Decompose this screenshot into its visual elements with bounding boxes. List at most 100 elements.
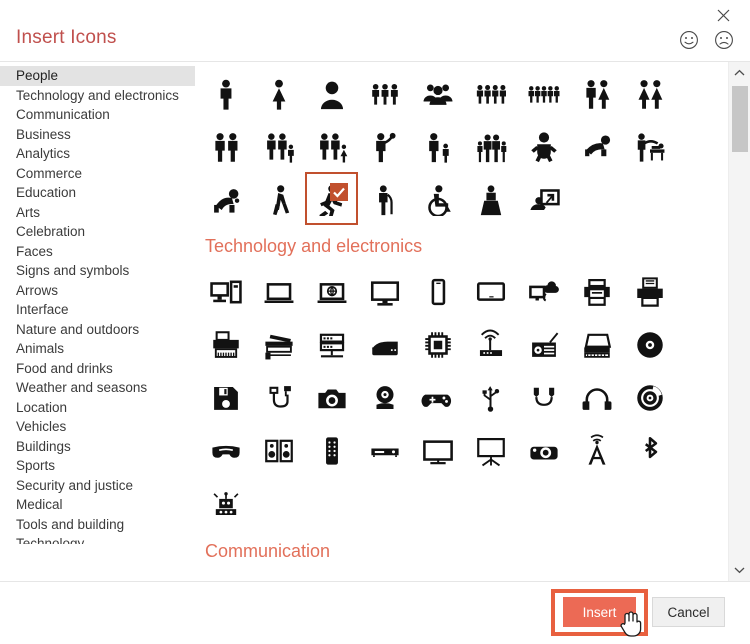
email-at-envelope-icon[interactable]: [517, 570, 570, 581]
robot-icon[interactable]: [199, 477, 252, 530]
desktop-computer-tower-icon[interactable]: [199, 265, 252, 318]
fax-machine-icon[interactable]: [199, 318, 252, 371]
speech-bubble-icon[interactable]: [199, 570, 252, 581]
parent-and-child-icon[interactable]: [411, 119, 464, 172]
sidebar-item-food-and-drinks[interactable]: Food and drinks: [0, 359, 195, 379]
sidebar-item-arrows[interactable]: Arrows: [0, 281, 195, 301]
person-walking-icon[interactable]: [252, 172, 305, 225]
printer-icon[interactable]: [570, 265, 623, 318]
elderly-with-cane-icon[interactable]: [358, 172, 411, 225]
smartphone-icon[interactable]: [411, 265, 464, 318]
inbox-download-icon[interactable]: [623, 570, 676, 581]
copier-icon[interactable]: [252, 318, 305, 371]
sidebar-item-celebration[interactable]: Celebration: [0, 222, 195, 242]
envelope-icon[interactable]: [411, 570, 464, 581]
sidebar-item-communication[interactable]: Communication: [0, 105, 195, 125]
family-parents-child-icon[interactable]: [305, 119, 358, 172]
sidebar-item-interface[interactable]: Interface: [0, 300, 195, 320]
sidebar-item-faces[interactable]: Faces: [0, 242, 195, 262]
earbuds-icon[interactable]: [517, 371, 570, 424]
toddler-crawling-icon[interactable]: [199, 172, 252, 225]
group-five-people-icon[interactable]: [517, 66, 570, 119]
sidebar-item-vehicles[interactable]: Vehicles: [0, 417, 195, 437]
server-rack-icon[interactable]: [305, 318, 358, 371]
radio-icon[interactable]: [517, 318, 570, 371]
gallery-scrollbar[interactable]: [728, 62, 750, 581]
scrollbar-thumb[interactable]: [732, 86, 748, 152]
person-wheelchair-icon[interactable]: [411, 172, 464, 225]
icon-gallery[interactable]: Technology and electronics Communication: [195, 62, 728, 581]
baby-crawling-icon[interactable]: [570, 119, 623, 172]
remote-control-icon[interactable]: [305, 424, 358, 477]
projector-screen-icon[interactable]: [464, 424, 517, 477]
group-cluster-icon[interactable]: [411, 66, 464, 119]
projector-icon[interactable]: [517, 424, 570, 477]
usb-cable-icon[interactable]: [252, 371, 305, 424]
happy-face-icon[interactable]: [679, 30, 699, 50]
person-running-icon[interactable]: [305, 172, 358, 225]
speaker-podium-icon[interactable]: [464, 172, 517, 225]
monitor-icon[interactable]: [358, 265, 411, 318]
postage-stamp-icon[interactable]: [570, 570, 623, 581]
baby-sitting-icon[interactable]: [517, 119, 570, 172]
vr-headset-icon[interactable]: [199, 424, 252, 477]
cancel-button[interactable]: Cancel: [652, 597, 725, 627]
scroll-up-icon[interactable]: [729, 62, 750, 84]
vinyl-record-icon[interactable]: [623, 371, 676, 424]
printer-document-icon[interactable]: [623, 265, 676, 318]
wifi-router-icon[interactable]: [464, 318, 517, 371]
sad-face-icon[interactable]: [714, 30, 734, 50]
sidebar-item-security-and-justice[interactable]: Security and justice: [0, 476, 195, 496]
sidebar-item-signs-and-symbols[interactable]: Signs and symbols: [0, 261, 195, 281]
open-envelope-letter-icon[interactable]: [464, 570, 517, 581]
close-icon[interactable]: [708, 2, 738, 28]
floppy-disk-icon[interactable]: [199, 371, 252, 424]
typewriter-icon[interactable]: [570, 318, 623, 371]
sidebar-item-arts[interactable]: Arts: [0, 203, 195, 223]
sidebar-item-people[interactable]: People: [0, 66, 195, 86]
insert-button[interactable]: Insert: [563, 597, 636, 627]
couple-two-women-icon[interactable]: [623, 66, 676, 119]
radio-tower-icon[interactable]: [570, 424, 623, 477]
sidebar-item-commerce[interactable]: Commerce: [0, 164, 195, 184]
sidebar-item-animals[interactable]: Animals: [0, 339, 195, 359]
group-three-men-icon[interactable]: [358, 66, 411, 119]
couple-man-woman-icon[interactable]: [570, 66, 623, 119]
sidebar-item-nature-and-outdoors[interactable]: Nature and outdoors: [0, 320, 195, 340]
sidebar-item-tools-and-building[interactable]: Tools and building: [0, 515, 195, 535]
webcam-icon[interactable]: [358, 371, 411, 424]
person-avatar-icon[interactable]: [305, 66, 358, 119]
laptop-globe-icon[interactable]: [305, 265, 358, 318]
television-icon[interactable]: [411, 424, 464, 477]
sidebar-item-technology[interactable]: Technology: [0, 534, 195, 544]
two-speech-bubbles-icon[interactable]: [252, 570, 305, 581]
sidebar-item-buildings[interactable]: Buildings: [0, 437, 195, 457]
family-group-icon[interactable]: [464, 119, 517, 172]
tablet-icon[interactable]: [464, 265, 517, 318]
speakers-icon[interactable]: [252, 424, 305, 477]
sidebar-item-sports[interactable]: Sports: [0, 456, 195, 476]
sidebar-item-weather-and-seasons[interactable]: Weather and seasons: [0, 378, 195, 398]
dvd-player-icon[interactable]: [358, 424, 411, 477]
person-man-icon[interactable]: [199, 66, 252, 119]
sidebar-item-business[interactable]: Business: [0, 125, 195, 145]
person-woman-icon[interactable]: [252, 66, 305, 119]
sidebar-item-education[interactable]: Education: [0, 183, 195, 203]
scroll-down-icon[interactable]: [729, 559, 750, 581]
sidebar-item-analytics[interactable]: Analytics: [0, 144, 195, 164]
family-two-men-child-icon[interactable]: [252, 119, 305, 172]
network-nodes-icon[interactable]: [358, 570, 411, 581]
compact-disc-icon[interactable]: [623, 318, 676, 371]
sidebar-item-technology-and-electronics[interactable]: Technology and electronics: [0, 86, 195, 106]
camera-icon[interactable]: [305, 371, 358, 424]
cloud-sync-monitor-icon[interactable]: [517, 265, 570, 318]
changing-table-icon[interactable]: [623, 119, 676, 172]
couple-two-men-icon[interactable]: [199, 119, 252, 172]
bluetooth-icon[interactable]: [623, 424, 676, 477]
sidebar-item-location[interactable]: Location: [0, 398, 195, 418]
laptop-icon[interactable]: [252, 265, 305, 318]
microchip-icon[interactable]: [411, 318, 464, 371]
game-controller-icon[interactable]: [411, 371, 464, 424]
scanner-icon[interactable]: [358, 318, 411, 371]
sidebar-item-medical[interactable]: Medical: [0, 495, 195, 515]
